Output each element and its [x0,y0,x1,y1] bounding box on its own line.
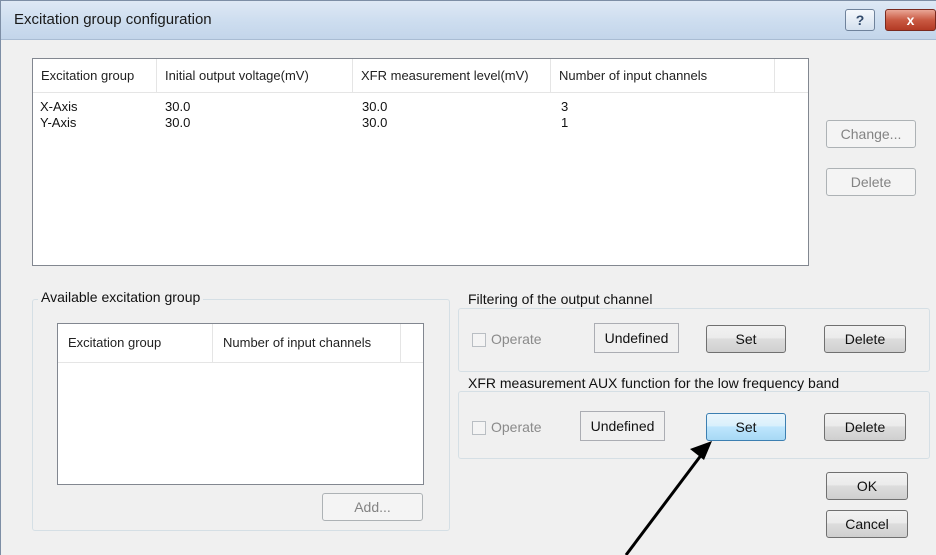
arrow-icon [624,441,712,555]
